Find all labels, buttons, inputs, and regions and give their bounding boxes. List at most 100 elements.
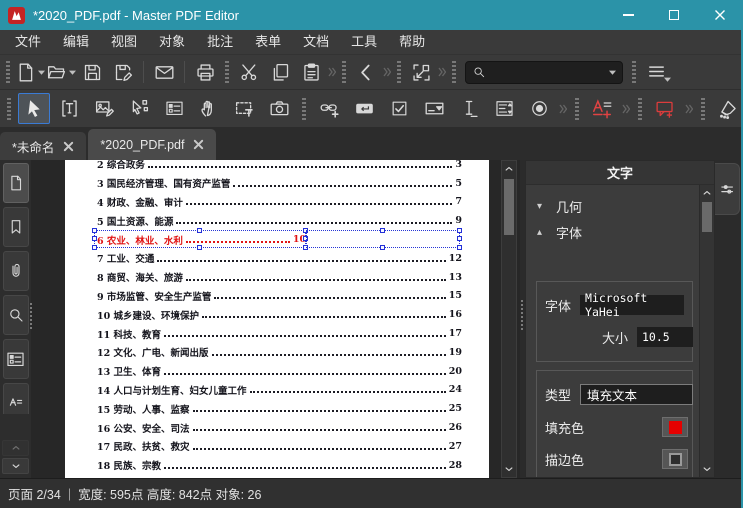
sidebar-forms-button[interactable] — [2, 339, 29, 379]
stroke-color-swatch[interactable] — [662, 449, 688, 469]
fill-color-swatch[interactable] — [662, 417, 688, 437]
toolbar-grip[interactable] — [7, 97, 11, 120]
tab-2020-pdf[interactable]: *2020_PDF.pdf — [88, 129, 217, 160]
toc-line[interactable]: 11 科技、教育 17 — [65, 324, 489, 343]
close-icon[interactable] — [193, 139, 204, 150]
search-input[interactable] — [491, 65, 604, 79]
highlighter-tool-button[interactable] — [712, 93, 743, 124]
edit-text-tool-button[interactable] — [53, 93, 85, 124]
toolbar-grip[interactable] — [632, 61, 636, 83]
sidebar-pages-button[interactable] — [2, 163, 29, 203]
toc-line[interactable]: 3 国民经济管理、国有资产监管 5 — [65, 174, 489, 193]
document-scrollbar[interactable] — [501, 160, 517, 478]
select-tool-button[interactable] — [18, 93, 50, 124]
toolbar-grip[interactable] — [342, 61, 346, 83]
scrollbar-thumb[interactable] — [702, 202, 712, 232]
menu-item-4[interactable]: 对象 — [148, 30, 196, 54]
menu-item-8[interactable]: 工具 — [340, 30, 388, 54]
tab-untitled[interactable]: *未命名 — [0, 132, 87, 160]
toolbar-grip[interactable] — [302, 97, 306, 120]
combobox-tool[interactable] — [418, 93, 450, 124]
close-icon[interactable] — [63, 141, 74, 152]
toolbar-grip[interactable] — [225, 61, 229, 83]
menu-item-1[interactable]: 文件 — [4, 30, 52, 54]
list-box-tool[interactable] — [488, 93, 520, 124]
toc-line[interactable]: 18 民族、宗教 28 — [65, 456, 489, 475]
sidebar-search-button[interactable] — [2, 295, 29, 335]
font-size-input[interactable]: 10.5 — [637, 327, 693, 347]
menu-item-5[interactable]: 批注 — [196, 30, 244, 54]
sidebar-attachments-button[interactable] — [2, 251, 29, 291]
font-family-input[interactable]: Microsoft YaHei — [580, 291, 684, 319]
sidebar-scroll-up[interactable] — [2, 440, 29, 456]
toc-line[interactable]: 10 城乡建设、环境保护 16 — [65, 305, 489, 324]
sidebar-scroll-down[interactable] — [2, 458, 29, 474]
toc-line[interactable]: 7 工业、交通 12 — [65, 249, 489, 268]
toc-line[interactable]: 9 市场监管、安全生产监管 15 — [65, 287, 489, 306]
panel-scrollbar[interactable] — [699, 185, 714, 477]
menu-item-6[interactable]: 表单 — [244, 30, 292, 54]
toolbar-grip[interactable] — [701, 97, 705, 120]
toc-line[interactable]: 8 商贸、海关、旅游 13 — [65, 268, 489, 287]
hand-tool-button[interactable] — [193, 93, 225, 124]
toc-line[interactable]: 16 公安、安全、司法 26 — [65, 418, 489, 437]
minimize-button[interactable] — [605, 0, 651, 30]
toolbar-grip[interactable] — [575, 97, 579, 120]
previous-view-button[interactable] — [351, 58, 381, 86]
paste-button[interactable] — [296, 58, 326, 86]
cut-button[interactable] — [234, 58, 264, 86]
selection-handle[interactable] — [457, 236, 462, 242]
toc-line[interactable]: 12 文化、广电、新闻出版 19 — [65, 343, 489, 362]
toc-line[interactable]: 17 民政、扶贫、救灾 27 — [65, 437, 489, 456]
radio-button-tool[interactable] — [523, 93, 555, 124]
toolbar-grip[interactable] — [638, 97, 642, 120]
toc-line[interactable]: 15 劳动、人事、监察 25 — [65, 399, 489, 418]
edit-path-tool-button[interactable] — [123, 93, 155, 124]
select-text-tool-button[interactable] — [228, 93, 260, 124]
copy-button[interactable] — [265, 58, 295, 86]
menu-item-2[interactable]: 编辑 — [52, 30, 100, 54]
section-geometry[interactable]: ▾ 几何 — [532, 193, 695, 219]
toc-line[interactable]: 4 财政、金融、审计 7 — [65, 193, 489, 212]
maximize-button[interactable] — [651, 0, 697, 30]
type-select[interactable]: 填充文本 — [580, 384, 693, 405]
toolbar-grip[interactable] — [397, 61, 401, 83]
menu-overflow-button[interactable] — [641, 58, 671, 86]
toolbar-grip[interactable] — [6, 61, 10, 83]
open-button[interactable] — [46, 58, 76, 86]
toc-line[interactable]: 13 卫生、体育 20 — [65, 362, 489, 381]
panel-toggle-tab[interactable] — [715, 163, 740, 215]
selection-box[interactable] — [306, 228, 462, 251]
menu-item-9[interactable]: 帮助 — [388, 30, 436, 54]
add-comment-button[interactable] — [649, 93, 681, 124]
scroll-up-arrow[interactable] — [700, 185, 714, 201]
push-button-tool[interactable] — [348, 93, 380, 124]
sidebar-fonts-button[interactable] — [2, 383, 29, 414]
print-button[interactable] — [190, 58, 220, 86]
add-link-button[interactable] — [313, 93, 345, 124]
scroll-up-arrow[interactable] — [502, 161, 516, 177]
toc-line[interactable]: 14 人口与计划生育、妇女儿童工作 24 — [65, 381, 489, 400]
scrollbar-thumb[interactable] — [504, 179, 514, 235]
sidebar-splitter[interactable] — [30, 303, 32, 329]
email-button[interactable] — [149, 58, 179, 86]
toolbar-grip[interactable] — [452, 61, 456, 83]
menu-item-3[interactable]: 视图 — [100, 30, 148, 54]
menu-item-7[interactable]: 文档 — [292, 30, 340, 54]
close-button[interactable] — [697, 0, 743, 30]
toc-line-selected[interactable]: 6 农业、林业、水利 10 — [65, 228, 489, 251]
checkbox-tool[interactable] — [383, 93, 415, 124]
zoom-to-selection-button[interactable] — [406, 58, 436, 86]
section-font[interactable]: ▴ 字体 — [532, 219, 695, 245]
text-field-tool[interactable] — [453, 93, 485, 124]
scroll-down-arrow[interactable] — [502, 461, 516, 477]
add-text-annotation-button[interactable] — [586, 93, 618, 124]
save-button[interactable] — [77, 58, 107, 86]
snapshot-tool-button[interactable] — [263, 93, 295, 124]
save-as-button[interactable] — [108, 58, 138, 86]
toc-line[interactable]: 2 综合政务 3 — [65, 160, 489, 174]
sidebar-bookmarks-button[interactable] — [2, 207, 29, 247]
new-document-button[interactable] — [15, 58, 45, 86]
toc-line[interactable]: 5 国土资源、能源 9 — [65, 211, 489, 230]
scroll-down-arrow[interactable] — [700, 461, 714, 477]
